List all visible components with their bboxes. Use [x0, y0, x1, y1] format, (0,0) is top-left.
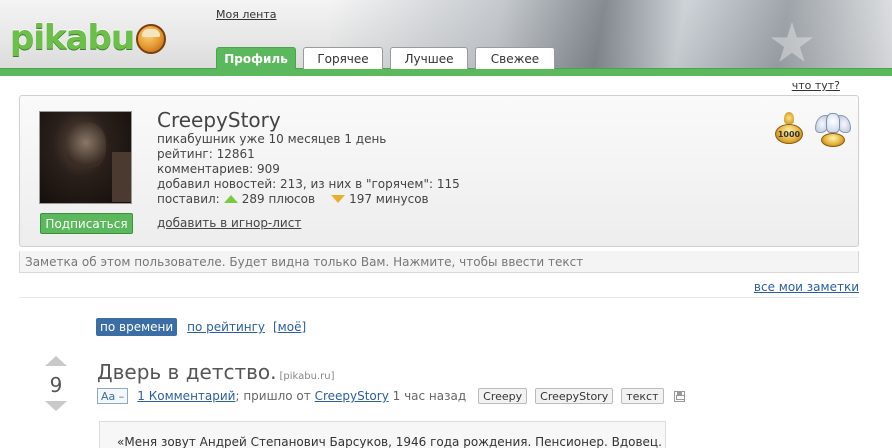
page: pikabu Моя лента Профиль Горячее Лучшее … [0, 0, 892, 448]
post-time: 1 час назад [392, 389, 467, 403]
post-title[interactable]: Дверь в детство. [97, 360, 277, 384]
downvote-arrow-icon[interactable] [45, 401, 67, 411]
post-meta: Аа – 1 Комментарий ; пришло от CreepySto… [97, 388, 685, 404]
header-green-bar [0, 68, 892, 76]
minuses-count: 197 минусов [349, 192, 429, 206]
post-title-row: Дверь в детство. [pikabu.ru] [97, 360, 335, 384]
plus-arrow-icon [223, 195, 238, 203]
tag-creepy[interactable]: Creepy [478, 388, 528, 404]
post-score: 9 [49, 373, 63, 397]
1000-trophy-icon: 1000 [773, 112, 805, 148]
minus-arrow-icon [331, 195, 346, 203]
sort-by-time[interactable]: по времени [96, 318, 178, 336]
font-size-button[interactable]: Аа – [97, 388, 129, 404]
angel-body [826, 113, 840, 133]
vote-block: 9 [44, 356, 68, 411]
post-body: «Меня зовут Андрей Степанович Барсуков, … [99, 421, 666, 448]
my-feed-link[interactable]: Моя лента [216, 8, 276, 21]
tab-best[interactable]: Лучшее [390, 47, 468, 69]
save-icon[interactable] [673, 390, 685, 402]
header: pikabu Моя лента Профиль Горячее Лучшее … [0, 0, 892, 76]
profile-info: пикабушник уже 10 месяцев 1 день рейтинг… [157, 132, 460, 207]
sort-mine[interactable]: [моё] [273, 320, 306, 334]
tag-text[interactable]: текст [621, 388, 664, 404]
upvote-arrow-icon[interactable] [45, 356, 67, 366]
trophy-base [821, 133, 845, 147]
angel-trophy-icon [815, 111, 851, 149]
post-source: [pikabu.ru] [279, 371, 335, 382]
comments-link[interactable]: 1 Комментарий [137, 389, 235, 403]
votes-row: поставил: 289 плюсов 197 минусов [157, 192, 460, 207]
subscribe-button[interactable]: Подписаться [40, 213, 133, 234]
user-note-field[interactable]: Заметка об этом пользователе. Будет видн… [19, 251, 859, 273]
add-to-ignore-link[interactable]: добавить в игнор-лист [157, 216, 301, 230]
news-count: добавил новостей: 213, из них в "горячем… [157, 177, 460, 191]
main-tabs: Профиль Горячее Лучшее Свежее [216, 47, 555, 69]
author-link[interactable]: CreepyStory [315, 389, 389, 403]
tab-hot[interactable]: Горячее [303, 47, 383, 69]
avatar [39, 111, 132, 204]
member-since: пикабушник уже 10 месяцев 1 день [157, 132, 387, 146]
tag-creepystory[interactable]: CreepyStory [535, 388, 614, 404]
profile-card: Подписаться CreepyStory пикабушник уже 1… [19, 95, 859, 247]
cake-icon [136, 24, 167, 54]
sort-by-rating[interactable]: по рейтингу [187, 320, 265, 334]
divider [19, 297, 859, 298]
trophy-base: 1000 [775, 124, 803, 144]
what-here-link[interactable]: что тут? [792, 79, 840, 92]
rating: рейтинг: 12861 [157, 147, 255, 161]
comments-count: комментариев: 909 [157, 162, 280, 176]
sort-bar: по времени по рейтингу [моё] [96, 318, 306, 336]
pluses-count: 289 плюсов [241, 192, 316, 206]
all-notes-link[interactable]: все мои заметки [754, 280, 859, 294]
pikabu-logo[interactable]: pikabu [10, 18, 167, 58]
came-from-text: ; пришло от [235, 389, 311, 403]
trophy-top [784, 112, 794, 124]
logo-text: pikabu [10, 18, 135, 58]
profile-username: CreepyStory [157, 108, 281, 132]
tab-fresh[interactable]: Свежее [475, 47, 555, 69]
tab-profile[interactable]: Профиль [216, 47, 296, 69]
votes-label: поставил: [157, 192, 220, 206]
